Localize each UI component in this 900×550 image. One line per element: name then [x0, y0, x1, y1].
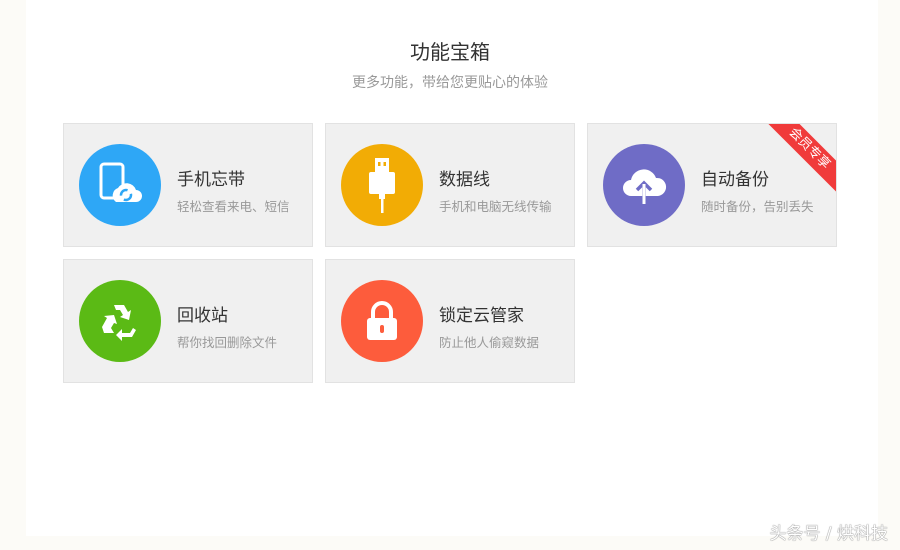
- card-desc: 随时备份，告别丢失: [701, 199, 814, 214]
- card-title: 数据线: [439, 170, 490, 190]
- lock-icon: [341, 280, 423, 362]
- card-title: 锁定云管家: [439, 306, 524, 326]
- card-desc: 轻松查看来电、短信: [177, 199, 290, 214]
- card-data-cable[interactable]: 数据线 手机和电脑无线传输: [325, 123, 575, 247]
- card-auto-backup[interactable]: 自动备份 随时备份，告别丢失 会员专享: [587, 123, 837, 247]
- usb-cable-icon: [341, 144, 423, 226]
- recycle-icon: [79, 280, 161, 362]
- card-title: 回收站: [177, 306, 228, 326]
- phone-sync-icon: [79, 144, 161, 226]
- card-lock-cloud[interactable]: 锁定云管家 防止他人偷窥数据: [325, 259, 575, 383]
- page-title: 功能宝箱: [410, 40, 490, 64]
- bottom-edge: [0, 536, 900, 550]
- card-desc: 帮你找回删除文件: [177, 335, 278, 350]
- card-recycle-bin[interactable]: 回收站 帮你找回删除文件: [63, 259, 313, 383]
- card-desc: 手机和电脑无线传输: [439, 199, 552, 214]
- page-subtitle: 更多功能，带给您更贴心的体验: [352, 75, 548, 91]
- card-desc: 防止他人偷窥数据: [439, 335, 540, 350]
- card-title: 手机忘带: [177, 170, 245, 190]
- card-phone-forgotten[interactable]: 手机忘带 轻松查看来电、短信: [63, 123, 313, 247]
- card-title: 自动备份: [701, 170, 769, 190]
- cloud-upload-icon: [603, 144, 685, 226]
- watermark: 头条号 / 烘科技: [769, 524, 888, 544]
- vip-badge: 会员专享: [762, 124, 836, 196]
